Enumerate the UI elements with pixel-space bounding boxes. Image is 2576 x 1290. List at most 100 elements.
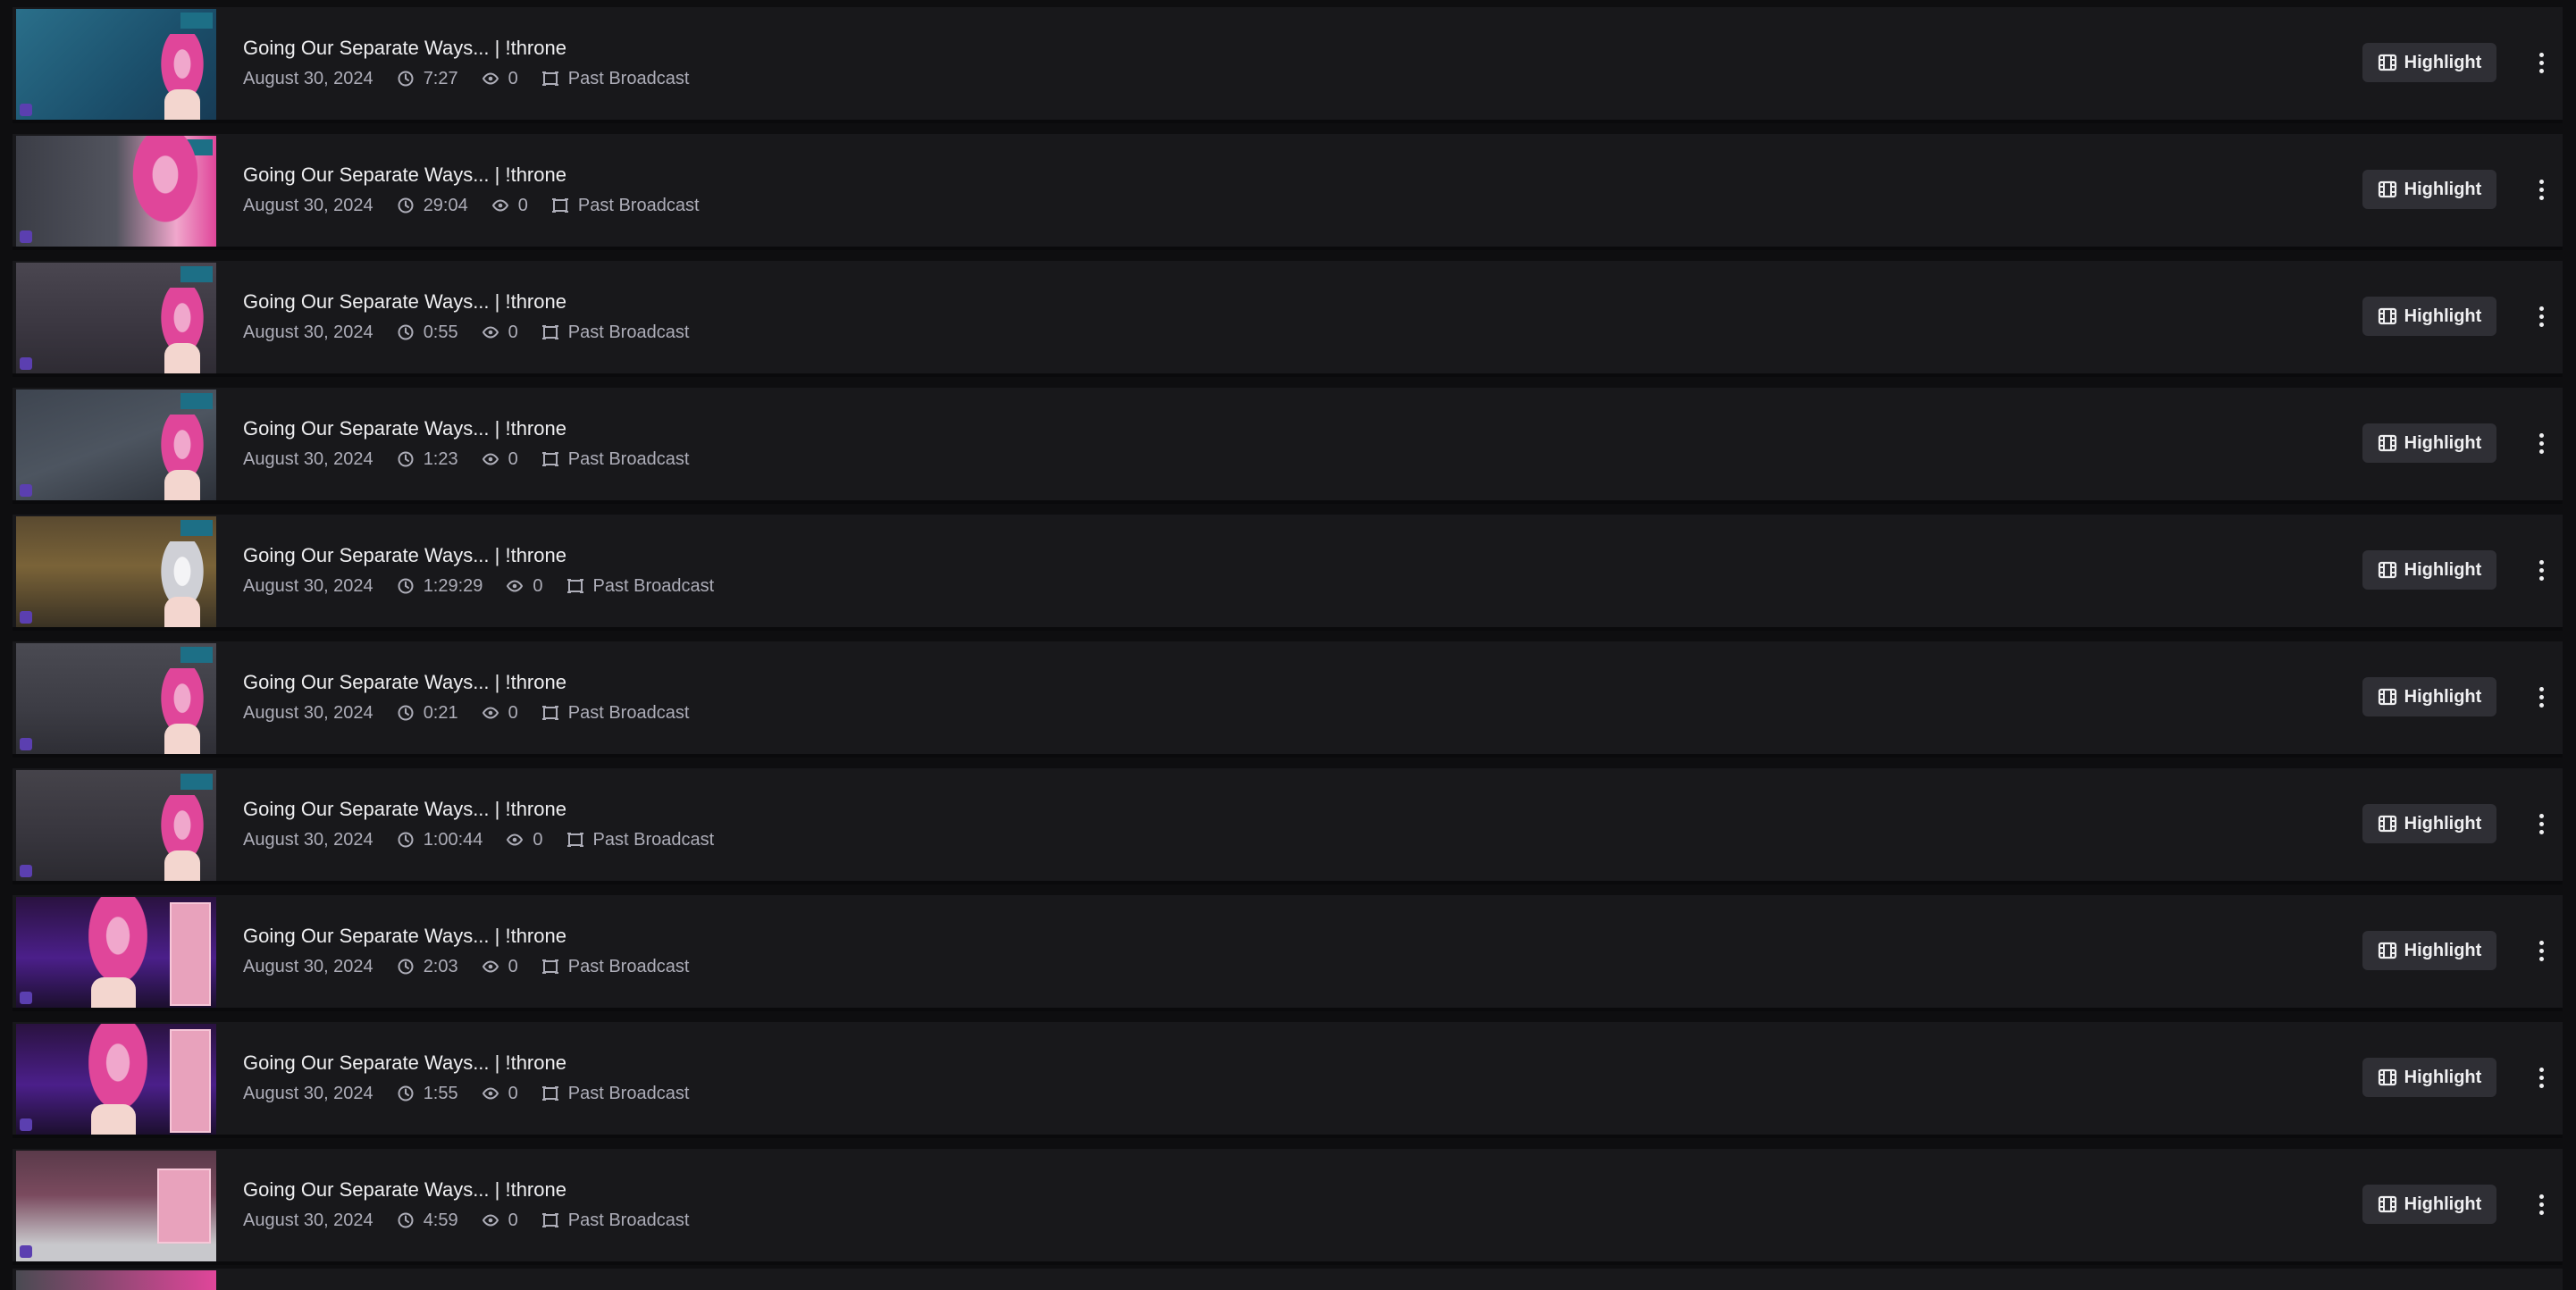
video-type: Past Broadcast bbox=[567, 449, 690, 469]
video-duration: 0:21 bbox=[423, 703, 458, 723]
kebab-icon bbox=[2538, 559, 2544, 581]
clock-icon bbox=[397, 323, 415, 341]
broadcast-icon bbox=[566, 831, 584, 849]
video-title[interactable]: Going Our Separate Ways... | !throne bbox=[243, 670, 689, 695]
highlight-button[interactable]: Highlight bbox=[2362, 677, 2496, 716]
broadcast-icon bbox=[551, 197, 569, 214]
video-date: August 30, 2024 bbox=[243, 322, 373, 342]
film-icon bbox=[2378, 306, 2397, 326]
video-row[interactable] bbox=[13, 1269, 2563, 1290]
video-thumbnail[interactable] bbox=[16, 1270, 216, 1290]
eye-icon bbox=[482, 323, 499, 341]
video-row[interactable]: Going Our Separate Ways... | !throne Aug… bbox=[13, 134, 2563, 250]
film-icon bbox=[2378, 941, 2397, 960]
video-date: August 30, 2024 bbox=[243, 449, 373, 469]
eye-icon bbox=[506, 831, 524, 849]
highlight-button[interactable]: Highlight bbox=[2362, 1058, 2496, 1097]
highlight-button[interactable]: Highlight bbox=[2362, 423, 2496, 463]
video-row[interactable]: Going Our Separate Ways... | !throne Aug… bbox=[13, 641, 2563, 758]
video-type: Past Broadcast bbox=[567, 322, 690, 342]
clock-icon bbox=[397, 1211, 415, 1229]
more-options-button[interactable] bbox=[2530, 550, 2552, 590]
video-thumbnail[interactable] bbox=[16, 516, 216, 627]
video-title[interactable]: Going Our Separate Ways... | !throne bbox=[243, 163, 700, 188]
film-icon bbox=[2378, 180, 2397, 199]
video-views: 0 bbox=[533, 830, 543, 850]
video-title[interactable]: Going Our Separate Ways... | !throne bbox=[243, 1051, 689, 1076]
more-options-button[interactable] bbox=[2530, 931, 2552, 970]
video-title[interactable]: Going Our Separate Ways... | !throne bbox=[243, 36, 689, 61]
video-thumbnail[interactable] bbox=[16, 897, 216, 1008]
video-title[interactable]: Going Our Separate Ways... | !throne bbox=[243, 289, 689, 314]
video-row[interactable]: Going Our Separate Ways... | !throne Aug… bbox=[13, 261, 2563, 377]
video-thumbnail[interactable] bbox=[16, 770, 216, 881]
video-thumbnail[interactable] bbox=[16, 9, 216, 120]
eye-icon bbox=[482, 1085, 499, 1102]
video-type: Past Broadcast bbox=[567, 1084, 690, 1103]
video-row[interactable]: Going Our Separate Ways... | !throne Aug… bbox=[13, 515, 2563, 631]
eye-icon bbox=[482, 70, 499, 88]
video-row[interactable]: Going Our Separate Ways... | !throne Aug… bbox=[13, 7, 2563, 123]
video-date: August 30, 2024 bbox=[243, 69, 373, 88]
more-options-button[interactable] bbox=[2530, 677, 2552, 716]
video-row[interactable]: Going Our Separate Ways... | !throne Aug… bbox=[13, 768, 2563, 884]
video-date: August 30, 2024 bbox=[243, 1210, 373, 1230]
video-duration: 1:00:44 bbox=[423, 830, 483, 850]
film-icon bbox=[2378, 1194, 2397, 1214]
video-thumbnail[interactable] bbox=[16, 136, 216, 247]
highlight-button[interactable]: Highlight bbox=[2362, 297, 2496, 336]
broadcast-icon bbox=[541, 70, 559, 88]
video-meta: August 30, 2024 1:55 0 Past Broadcast bbox=[243, 1083, 689, 1104]
video-date: August 30, 2024 bbox=[243, 1084, 373, 1103]
video-row[interactable]: Going Our Separate Ways... | !throne Aug… bbox=[13, 1149, 2563, 1265]
eye-icon bbox=[491, 197, 509, 214]
kebab-icon bbox=[2538, 1194, 2544, 1215]
film-icon bbox=[2378, 433, 2397, 453]
video-thumbnail[interactable] bbox=[16, 1024, 216, 1135]
more-options-button[interactable] bbox=[2530, 1058, 2552, 1097]
video-list: Going Our Separate Ways... | !throne Aug… bbox=[0, 0, 2576, 1290]
video-title[interactable]: Going Our Separate Ways... | !throne bbox=[243, 797, 714, 822]
video-meta: August 30, 2024 7:27 0 Past Broadcast bbox=[243, 68, 689, 89]
video-duration: 1:29:29 bbox=[423, 576, 483, 596]
clock-icon bbox=[397, 577, 415, 595]
broadcast-icon bbox=[541, 450, 559, 468]
more-options-button[interactable] bbox=[2530, 804, 2552, 843]
video-thumbnail[interactable] bbox=[16, 643, 216, 754]
clock-icon bbox=[397, 831, 415, 849]
video-thumbnail[interactable] bbox=[16, 1151, 216, 1261]
highlight-button[interactable]: Highlight bbox=[2362, 170, 2496, 209]
video-row[interactable]: Going Our Separate Ways... | !throne Aug… bbox=[13, 1022, 2563, 1138]
video-title[interactable]: Going Our Separate Ways... | !throne bbox=[243, 543, 714, 568]
video-row[interactable]: Going Our Separate Ways... | !throne Aug… bbox=[13, 388, 2563, 504]
video-title[interactable]: Going Our Separate Ways... | !throne bbox=[243, 924, 689, 949]
highlight-button[interactable]: Highlight bbox=[2362, 43, 2496, 82]
video-meta: August 30, 2024 2:03 0 Past Broadcast bbox=[243, 956, 689, 977]
video-thumbnail[interactable] bbox=[16, 390, 216, 500]
more-options-button[interactable] bbox=[2530, 297, 2552, 336]
eye-icon bbox=[506, 577, 524, 595]
highlight-button[interactable]: Highlight bbox=[2362, 931, 2496, 970]
highlight-label: Highlight bbox=[2404, 940, 2482, 960]
highlight-button[interactable]: Highlight bbox=[2362, 804, 2496, 843]
broadcast-icon bbox=[541, 323, 559, 341]
clock-icon bbox=[397, 70, 415, 88]
video-duration: 4:59 bbox=[423, 1210, 458, 1230]
video-thumbnail[interactable] bbox=[16, 263, 216, 373]
more-options-button[interactable] bbox=[2530, 170, 2552, 209]
video-meta: August 30, 2024 1:29:29 0 Past Broadcast bbox=[243, 575, 714, 597]
kebab-icon bbox=[2538, 1067, 2544, 1088]
highlight-button[interactable]: Highlight bbox=[2362, 550, 2496, 590]
highlight-button[interactable]: Highlight bbox=[2362, 1185, 2496, 1224]
more-options-button[interactable] bbox=[2530, 423, 2552, 463]
video-duration: 1:23 bbox=[423, 449, 458, 469]
video-title[interactable]: Going Our Separate Ways... | !throne bbox=[243, 1177, 689, 1202]
more-options-button[interactable] bbox=[2530, 43, 2552, 82]
video-type: Past Broadcast bbox=[577, 196, 700, 215]
video-meta: August 30, 2024 4:59 0 Past Broadcast bbox=[243, 1210, 689, 1231]
video-title[interactable]: Going Our Separate Ways... | !throne bbox=[243, 416, 689, 441]
more-options-button[interactable] bbox=[2530, 1185, 2552, 1224]
video-row[interactable]: Going Our Separate Ways... | !throne Aug… bbox=[13, 895, 2563, 1011]
video-type: Past Broadcast bbox=[567, 703, 690, 723]
video-views: 0 bbox=[508, 69, 518, 88]
